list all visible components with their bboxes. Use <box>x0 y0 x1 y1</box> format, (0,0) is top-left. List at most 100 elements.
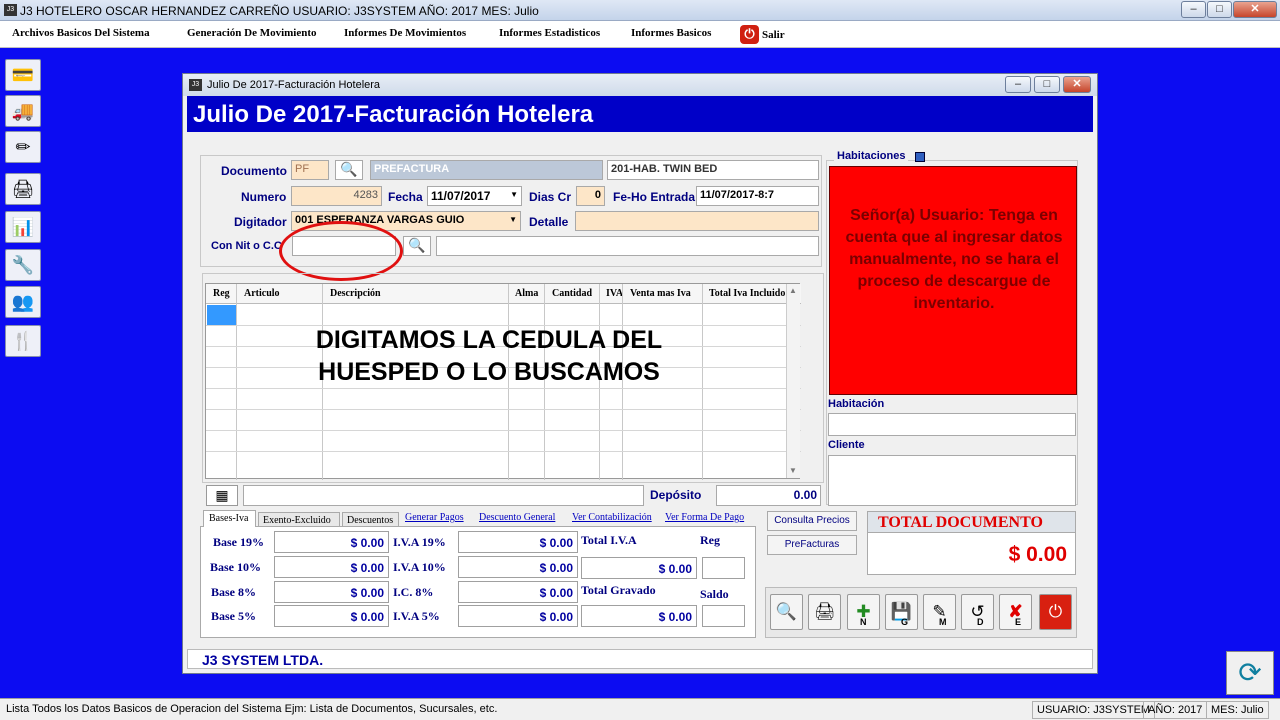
reg-label: Reg <box>700 533 720 547</box>
pen-icon[interactable]: ✏ <box>5 131 41 163</box>
documento-label: Documento <box>221 164 287 178</box>
menu-archivos-basicos[interactable]: Archivos Basicos Del Sistema <box>12 27 150 39</box>
delete-button[interactable]: ✘ E <box>999 594 1032 630</box>
numero-input[interactable]: 4283 <box>291 186 382 206</box>
menu-salir[interactable]: Salir <box>762 29 785 41</box>
close-button[interactable]: ✕ <box>1233 1 1277 18</box>
chart-icon[interactable]: 📊 <box>5 211 41 243</box>
base19-label: Base 19% <box>213 535 264 549</box>
power-button[interactable]: ⏻ <box>1039 594 1072 630</box>
base5-label: Base 5% <box>211 609 256 623</box>
habitaciones-label: Habitaciones <box>834 150 909 162</box>
link-generar-pagos[interactable]: Generar Pagos <box>405 512 464 523</box>
tools-icon[interactable]: 🔧 <box>5 249 41 281</box>
nit-name-field <box>436 236 819 256</box>
save-button[interactable]: 💾 G <box>885 594 918 630</box>
window-close-button[interactable]: ✕ <box>1063 76 1091 93</box>
fecha-label: Fecha <box>388 190 423 204</box>
ic8-label: I.C. 8% <box>393 585 434 599</box>
maximize-button[interactable]: □ <box>1207 1 1232 18</box>
menu-informes-estadisticos[interactable]: Informes Estadisticos <box>499 27 600 39</box>
truck-icon[interactable]: 🚚 <box>5 95 41 127</box>
feho-field[interactable]: 11/07/2017-8:7 <box>696 186 819 206</box>
col-descripcion: Descripción <box>330 288 381 299</box>
window-maximize-button[interactable]: □ <box>1034 76 1060 93</box>
fecha-select[interactable]: 11/07/2017 ▼ <box>427 186 522 206</box>
search-binoculars-button[interactable]: 🔍 <box>770 594 803 630</box>
scroll-down-icon[interactable]: ▼ <box>789 466 797 475</box>
window-footer: J3 SYSTEM LTDA. <box>187 649 1093 669</box>
footer-company: J3 SYSTEM LTDA. <box>202 652 324 668</box>
calculator-icon[interactable]: ▦ <box>206 485 238 506</box>
deposito-label: Depósito <box>650 488 702 502</box>
info-icon <box>915 152 925 162</box>
base19-field: $ 0.00 <box>274 531 389 553</box>
iva19-field: $ 0.00 <box>458 531 578 553</box>
header-title: Julio De 2017-Facturación Hotelera <box>193 101 594 128</box>
grid-row-line <box>206 451 801 452</box>
minimize-button[interactable]: – <box>1181 1 1206 18</box>
iva10-field: $ 0.00 <box>458 556 578 578</box>
window-minimize-button[interactable]: – <box>1005 76 1031 93</box>
col-cantidad: Cantidad <box>552 288 593 299</box>
base5-field: $ 0.00 <box>274 605 389 627</box>
new-button[interactable]: ✚ N <box>847 594 880 630</box>
menu-informes-basicos[interactable]: Informes Basicos <box>631 27 711 39</box>
items-grid[interactable]: Reg Articulo Descripción Alma Cantidad I… <box>205 283 801 480</box>
detalle-input[interactable] <box>575 211 819 231</box>
tab-bases-iva[interactable]: Bases-Iva <box>203 510 256 527</box>
total-documento-box: TOTAL DOCUMENTO $ 0.00 <box>867 511 1076 575</box>
printer-icon[interactable]: 🖨 <box>5 173 41 205</box>
scroll-up-icon[interactable]: ▲ <box>789 286 797 295</box>
selected-cell[interactable] <box>207 305 236 325</box>
habitacion-field <box>828 413 1076 436</box>
window-title: Julio De 2017-Facturación Hotelera <box>207 79 381 91</box>
facturacion-window: J3 Julio De 2017-Facturación Hotelera – … <box>182 73 1098 674</box>
numero-label: Numero <box>241 190 287 204</box>
documento-code-input[interactable]: PF <box>291 160 329 180</box>
menu-informes-movimientos[interactable]: Informes De Movimientos <box>344 27 466 39</box>
total-gravado-field: $ 0.00 <box>581 605 697 627</box>
menu-bar: Archivos Basicos Del Sistema Generación … <box>0 21 1280 48</box>
card-icon[interactable]: 💳 <box>5 59 41 91</box>
digitador-label: Digitador <box>234 215 287 229</box>
menu-generacion-movimiento[interactable]: Generación De Movimiento <box>187 27 317 39</box>
binoculars-icon[interactable]: 🔍 <box>335 160 363 180</box>
app-icon: J3 <box>4 4 17 16</box>
link-descuento-general[interactable]: Descuento General <box>479 512 555 523</box>
consulta-precios-button[interactable]: Consulta Precios <box>767 511 857 531</box>
base8-field: $ 0.00 <box>274 581 389 603</box>
documento-name-field: PREFACTURA <box>370 160 603 180</box>
total-gravado-label: Total Gravado <box>581 583 656 597</box>
status-mes: MES: Julio <box>1206 701 1269 719</box>
status-usuario: USUARIO: J3SYSTEM <box>1032 701 1156 719</box>
feho-label: Fe-Ho Entrada <box>613 190 696 204</box>
grid-scrollbar[interactable]: ▲ ▼ <box>786 284 800 478</box>
total-value: $ 0.00 <box>1008 543 1067 566</box>
status-anio: AÑO: 2017 <box>1143 701 1208 719</box>
app-title-bar: J3 J3 HOTELERO OSCAR HERNANDEZ CARREÑO U… <box>0 0 1280 21</box>
power-icon[interactable]: ⏻ <box>740 25 759 44</box>
print-button[interactable]: 🖨 <box>808 594 841 630</box>
base8-label: Base 8% <box>211 585 256 599</box>
link-ver-forma-pago[interactable]: Ver Forma De Pago <box>665 512 744 523</box>
modify-button[interactable]: ✎ M <box>923 594 956 630</box>
refresh-icon[interactable]: ⟳ <box>1226 651 1274 695</box>
prefacturas-button[interactable]: PreFacturas <box>767 535 857 555</box>
tab-descuentos[interactable]: Descuentos <box>342 512 399 527</box>
status-bar: Lista Todos los Datos Basicos de Operaci… <box>0 698 1280 720</box>
tab-exento-excluido[interactable]: Exento-Excluido <box>258 512 340 527</box>
col-total-iva-incluido: Total Iva Incluido <box>709 288 786 299</box>
chevron-down-icon: ▼ <box>509 215 517 224</box>
dias-input[interactable]: 0 <box>576 186 605 206</box>
nit-label: Con Nit o C.C <box>211 240 282 252</box>
buscar-binoculars-icon[interactable]: 🔍 <box>403 236 431 256</box>
iva10-label: I.V.A 10% <box>393 560 446 574</box>
undo-button[interactable]: ↺ D <box>961 594 994 630</box>
modify-letter: M <box>939 617 947 627</box>
cutlery-icon[interactable]: 🍴 <box>5 325 41 357</box>
saldo-field <box>702 605 745 627</box>
users-icon[interactable]: 👥 <box>5 286 41 318</box>
link-ver-contabilizacion[interactable]: Ver Contabilización <box>572 512 652 523</box>
annotation-circle <box>279 221 403 281</box>
